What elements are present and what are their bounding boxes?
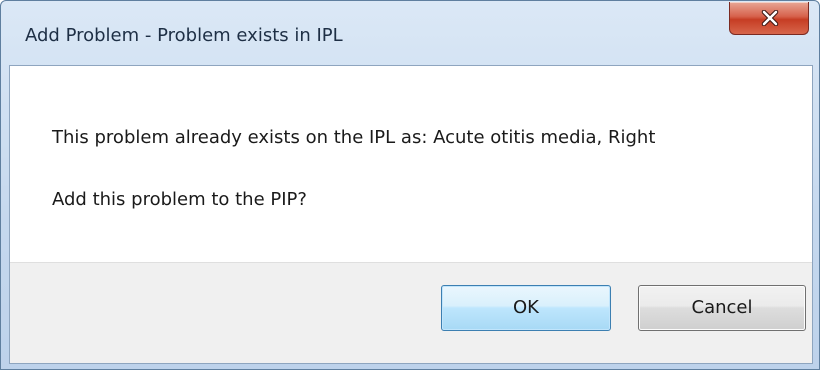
message-area: This problem already exists on the IPL a… <box>10 66 812 262</box>
message-question: Add this problem to the PIP? <box>52 189 307 210</box>
ok-button[interactable]: OK <box>441 285 611 331</box>
dialog-title: Add Problem - Problem exists in IPL <box>25 25 343 46</box>
button-area: OK Cancel <box>10 262 812 363</box>
dialog-window: Add Problem - Problem exists in IPL This… <box>0 0 820 370</box>
dialog-body: This problem already exists on the IPL a… <box>9 65 813 364</box>
close-icon <box>761 10 779 26</box>
cancel-button[interactable]: Cancel <box>638 285 806 331</box>
close-button[interactable] <box>729 2 809 35</box>
title-bar[interactable]: Add Problem - Problem exists in IPL <box>1 1 819 65</box>
message-existing-problem: This problem already exists on the IPL a… <box>52 127 656 148</box>
